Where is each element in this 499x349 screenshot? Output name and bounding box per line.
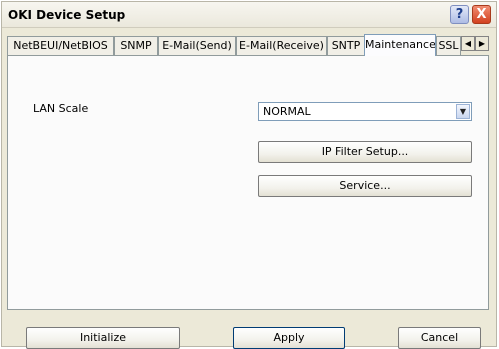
title-bar: OKI Device Setup ? X [2, 2, 496, 28]
tab-maintenance[interactable]: Maintenance [364, 34, 436, 56]
tab-strip: NetBEUI/NetBIOS SNMP E-Mail(Send) E-Mail… [7, 34, 489, 56]
tab-netbeui[interactable]: NetBEUI/NetBIOS [7, 36, 114, 55]
cancel-button[interactable]: Cancel [398, 327, 481, 349]
close-icon: X [476, 7, 487, 22]
lan-scale-value: NORMAL [263, 105, 311, 118]
help-button[interactable]: ? [450, 5, 469, 24]
ip-filter-setup-button[interactable]: IP Filter Setup... [258, 141, 472, 163]
service-button[interactable]: Service... [258, 175, 472, 197]
chevron-down-icon[interactable]: ▼ [456, 104, 470, 119]
close-button[interactable]: X [472, 5, 491, 24]
tab-scroll-left-icon[interactable]: ◀ [461, 36, 475, 51]
tab-scroll-right-icon[interactable]: ▶ [475, 36, 489, 51]
tab-snmp[interactable]: SNMP [114, 36, 158, 55]
help-icon: ? [455, 7, 464, 22]
tab-sntp[interactable]: SNTP [327, 36, 365, 55]
apply-button[interactable]: Apply [233, 327, 345, 349]
tab-ssl[interactable]: SSL [436, 36, 461, 55]
lan-scale-label: LAN Scale [33, 102, 89, 115]
tab-email-send[interactable]: E-Mail(Send) [158, 36, 236, 55]
initialize-button[interactable]: Initialize [26, 327, 180, 349]
lan-scale-select[interactable]: NORMAL ▼ [258, 102, 472, 121]
window-title: OKI Device Setup [8, 8, 126, 22]
tab-email-receive[interactable]: E-Mail(Receive) [236, 36, 327, 55]
